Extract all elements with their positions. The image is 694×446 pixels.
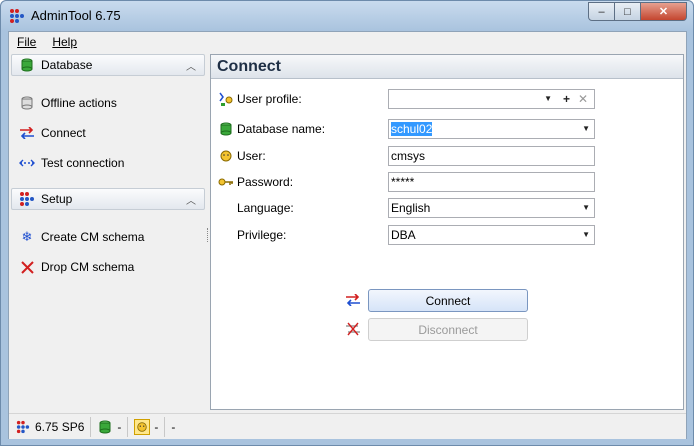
connect-panel: Connect User profile: ▼ + ✕ Database nam… xyxy=(210,54,684,410)
chevron-down-icon[interactable]: ▼ xyxy=(582,120,590,138)
group-label-setup: Setup xyxy=(41,192,73,206)
database-name-value: schul02 xyxy=(391,122,433,136)
connect-arrows-icon xyxy=(345,292,361,308)
database-name-icon xyxy=(218,121,234,137)
app-logo-icon xyxy=(9,8,25,24)
sidebar-item-offline-actions[interactable]: Offline actions xyxy=(19,93,117,113)
user-input[interactable]: cmsys xyxy=(388,146,595,166)
maximize-icon: □ xyxy=(624,5,631,18)
sidebar-item-label: Connect xyxy=(41,126,86,140)
sidebar-item-connect[interactable]: Connect xyxy=(19,123,86,143)
menu-file[interactable]: File xyxy=(9,35,44,49)
connect-button[interactable]: Connect xyxy=(368,289,528,312)
setup-icon xyxy=(19,191,35,207)
sidebar: Database ︿ Offline actions Connect Test xyxy=(9,52,207,410)
title-bar[interactable]: AdminTool 6.75 – □ ✕ xyxy=(1,1,693,31)
user-profile-label: User profile: xyxy=(237,92,302,106)
group-header-setup[interactable]: Setup ︿ xyxy=(11,188,205,210)
group-label-database: Database xyxy=(41,58,93,72)
chevron-down-icon[interactable]: ▼ xyxy=(582,199,590,217)
user-icon xyxy=(218,148,234,164)
language-label: Language: xyxy=(237,201,294,215)
language-combo[interactable]: English ▼ xyxy=(388,198,595,218)
database-name-label: Database name: xyxy=(237,122,326,136)
close-button[interactable]: ✕ xyxy=(640,2,687,21)
client-area: File Help Database ︿ Offline actions Con… xyxy=(8,31,687,439)
user-label: User: xyxy=(237,149,266,163)
sidebar-item-label: Offline actions xyxy=(41,96,117,110)
user-profile-icon xyxy=(218,91,234,107)
minimize-icon: – xyxy=(598,5,605,18)
connect-arrows-icon xyxy=(19,125,35,141)
password-label: Password: xyxy=(237,175,294,189)
database-name-combo[interactable]: schul02 ▼ xyxy=(388,119,595,139)
privilege-combo[interactable]: DBA ▼ xyxy=(388,225,595,245)
sidebar-item-create-cm-schema[interactable]: ❄ Create CM schema xyxy=(19,227,145,247)
chevron-up-icon[interactable]: ︿ xyxy=(186,192,196,207)
sidebar-item-label: Test connection xyxy=(41,156,125,170)
disconnect-button: Disconnect xyxy=(368,318,528,341)
app-logo-icon xyxy=(15,419,31,435)
status-extra: - xyxy=(171,419,176,434)
minimize-button[interactable]: – xyxy=(588,2,615,21)
key-icon xyxy=(218,174,234,190)
sidebar-item-test-connection[interactable]: Test connection xyxy=(19,153,124,173)
group-header-database[interactable]: Database ︿ xyxy=(11,54,205,76)
privilege-label: Privilege: xyxy=(237,228,287,242)
menu-bar: File Help xyxy=(9,32,686,52)
chevron-down-icon[interactable]: ▼ xyxy=(582,226,590,244)
status-user: - xyxy=(128,416,166,437)
password-input[interactable]: ***** xyxy=(388,172,595,192)
menu-help[interactable]: Help xyxy=(44,35,85,49)
clear-profile-icon[interactable]: ✕ xyxy=(578,90,588,108)
status-database: - xyxy=(91,416,129,437)
sidebar-item-label: Drop CM schema xyxy=(41,260,135,274)
window-title: AdminTool 6.75 xyxy=(31,8,121,23)
disconnect-icon xyxy=(345,321,361,337)
database-offline-icon xyxy=(19,95,35,111)
sidebar-item-label: Create CM schema xyxy=(41,230,145,244)
user-icon xyxy=(134,418,151,435)
database-icon xyxy=(19,57,35,73)
close-icon: ✕ xyxy=(658,6,669,18)
sidebar-item-drop-cm-schema[interactable]: Drop CM schema xyxy=(19,257,134,277)
status-bar: 6.75 SP6 - - - xyxy=(9,413,686,439)
user-profile-combo[interactable]: ▼ + ✕ xyxy=(388,89,595,109)
chevron-up-icon[interactable]: ︿ xyxy=(186,58,196,73)
status-version: 6.75 SP6 xyxy=(9,416,92,437)
red-x-icon xyxy=(19,259,35,275)
chevron-down-icon[interactable]: ▼ xyxy=(544,90,552,108)
database-icon xyxy=(97,419,113,435)
add-profile-icon[interactable]: + xyxy=(563,90,570,108)
test-connection-icon xyxy=(19,155,35,171)
page-title: Connect xyxy=(211,55,683,79)
app-window: AdminTool 6.75 – □ ✕ File Help Database … xyxy=(0,0,694,446)
snowflake-icon: ❄ xyxy=(21,229,33,244)
maximize-button[interactable]: □ xyxy=(614,2,641,21)
